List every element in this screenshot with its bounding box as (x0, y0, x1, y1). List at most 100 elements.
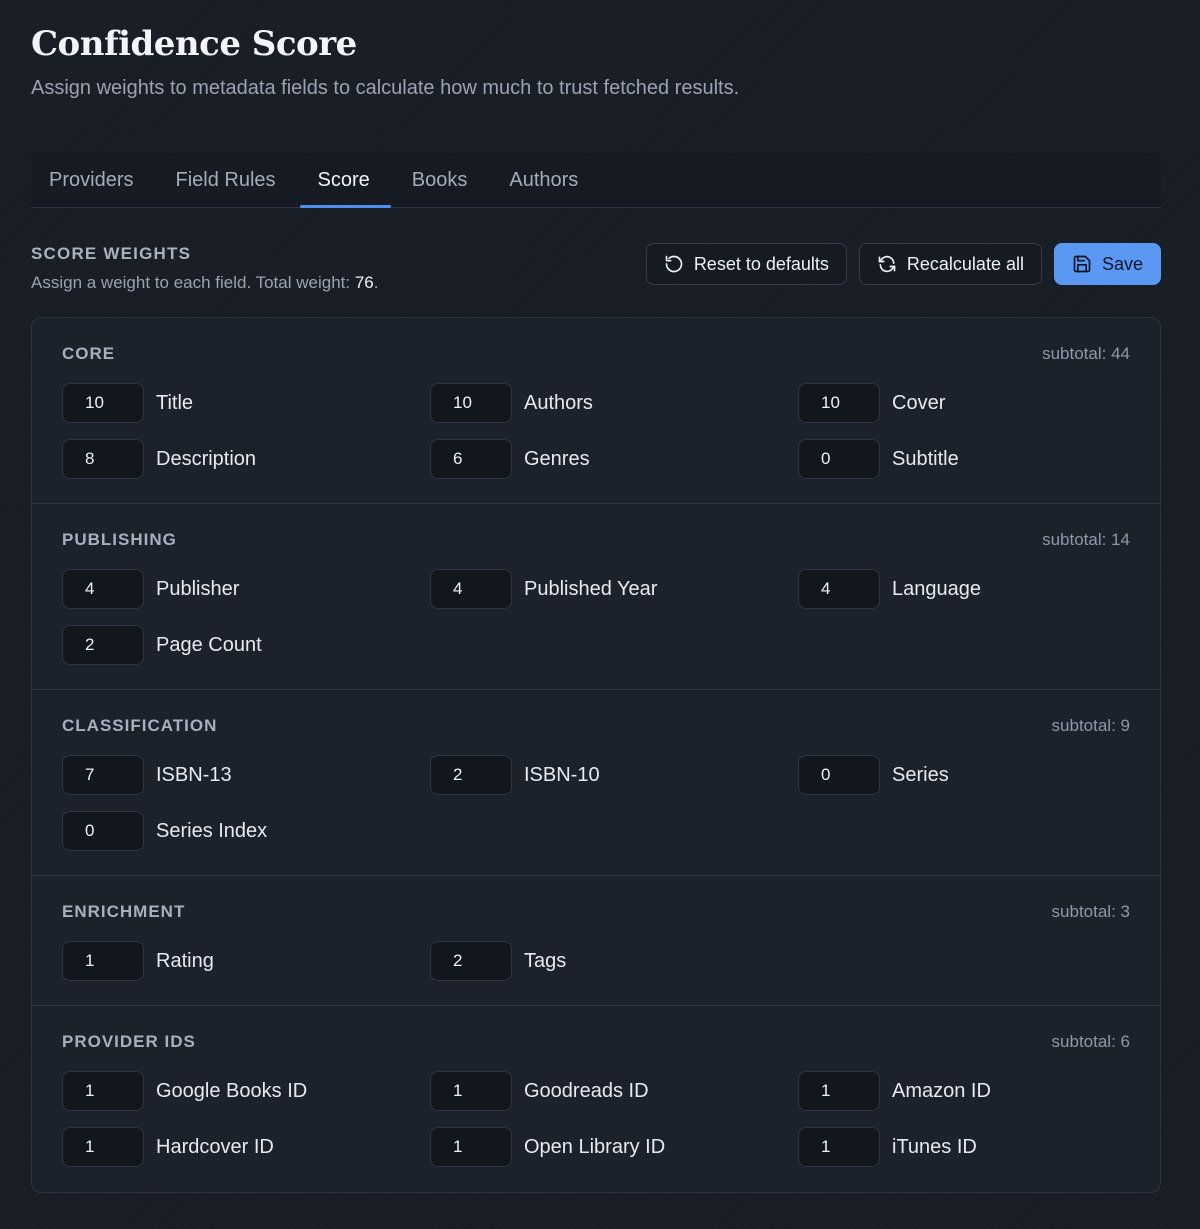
weight-input[interactable] (430, 1127, 512, 1167)
weight-input[interactable] (798, 1071, 880, 1111)
field-label: Tags (524, 949, 567, 972)
field-description: Description (62, 439, 256, 479)
field-label: Goodreads ID (524, 1079, 649, 1102)
weight-input[interactable] (62, 811, 144, 851)
weight-input[interactable] (62, 383, 144, 423)
field-series: Series (798, 755, 949, 795)
group-publishing: PUBLISHING subtotal: 14 Publisher Publis… (32, 504, 1160, 690)
field-label: Language (892, 577, 981, 600)
field-page-count: Page Count (62, 625, 262, 665)
field-label: ISBN-13 (156, 763, 232, 786)
field-label: Open Library ID (524, 1135, 666, 1158)
weight-input[interactable] (62, 1127, 144, 1167)
weights-card: CORE subtotal: 44 Title Authors Cover De… (31, 317, 1161, 1193)
field-amazon-id: Amazon ID (798, 1071, 991, 1111)
field-label: Publisher (156, 577, 240, 600)
recalculate-all-label: Recalculate all (906, 253, 1024, 274)
weight-input[interactable] (430, 941, 512, 981)
section-title: SCORE WEIGHTS (31, 244, 192, 263)
section-description-text: Assign a weight to each field. Total wei… (31, 273, 355, 292)
save-label: Save (1101, 253, 1143, 274)
field-isbn-13: ISBN-13 (62, 755, 232, 795)
field-open-library-id: Open Library ID (430, 1127, 665, 1167)
group-subtotal: subtotal: 3 (1051, 902, 1130, 921)
weight-input[interactable] (430, 569, 512, 609)
tab-books[interactable]: Books (394, 153, 489, 207)
field-label: Genres (524, 447, 590, 470)
tab-providers[interactable]: Providers (31, 153, 154, 207)
weight-input[interactable] (62, 625, 144, 665)
weight-input[interactable] (62, 1071, 144, 1111)
reset-defaults-button[interactable]: Reset to defaults (645, 243, 847, 285)
recalculate-all-button[interactable]: Recalculate all (858, 243, 1042, 285)
field-label: Series (892, 763, 949, 786)
group-title: CLASSIFICATION (62, 716, 218, 735)
field-subtitle: Subtitle (798, 439, 959, 479)
field-label: Hardcover ID (156, 1135, 274, 1158)
weight-input[interactable] (430, 439, 512, 479)
field-label: Subtitle (892, 447, 959, 470)
field-cover: Cover (798, 383, 945, 423)
group-provider-ids: PROVIDER IDS subtotal: 6 Google Books ID… (32, 1006, 1160, 1192)
field-authors: Authors (430, 383, 593, 423)
field-tags: Tags (430, 941, 566, 981)
group-classification: CLASSIFICATION subtotal: 9 ISBN-13 ISBN-… (32, 690, 1160, 876)
weight-input[interactable] (430, 755, 512, 795)
page-subtitle: Assign weights to metadata fields to cal… (31, 77, 740, 99)
weight-input[interactable] (62, 941, 144, 981)
field-label: Description (156, 447, 257, 470)
group-subtotal: subtotal: 14 (1042, 530, 1130, 549)
field-language: Language (798, 569, 981, 609)
weight-input[interactable] (798, 569, 880, 609)
group-subtotal: subtotal: 9 (1051, 716, 1130, 735)
section-description: Assign a weight to each field. Total wei… (31, 273, 378, 293)
field-label: Google Books ID (156, 1079, 308, 1102)
save-icon (1073, 255, 1091, 273)
weight-input[interactable] (430, 1071, 512, 1111)
weight-input[interactable] (62, 755, 144, 795)
tab-authors[interactable]: Authors (491, 153, 599, 207)
field-published-year: Published Year (430, 569, 657, 609)
reset-defaults-label: Reset to defaults (693, 253, 829, 274)
tab-bar: Providers Field Rules Score Books Author… (31, 153, 1161, 208)
group-subtotal: subtotal: 6 (1051, 1032, 1130, 1051)
weight-input[interactable] (62, 569, 144, 609)
field-title: Title (62, 383, 193, 423)
field-label: Rating (156, 949, 214, 972)
tab-field-rules[interactable]: Field Rules (157, 153, 296, 207)
group-title: CORE (62, 344, 116, 363)
weight-input[interactable] (798, 439, 880, 479)
weight-input[interactable] (798, 383, 880, 423)
tab-score[interactable]: Score (299, 153, 392, 208)
field-label: Amazon ID (892, 1079, 991, 1102)
field-hardcover-id: Hardcover ID (62, 1127, 274, 1167)
group-title: PUBLISHING (62, 530, 177, 549)
score-weights-header: SCORE WEIGHTS Assign a weight to each fi… (31, 244, 378, 293)
weight-input[interactable] (430, 383, 512, 423)
refresh-icon (878, 255, 896, 273)
field-label: Cover (892, 391, 946, 414)
field-publisher: Publisher (62, 569, 239, 609)
group-enrichment: ENRICHMENT subtotal: 3 Rating Tags (32, 876, 1160, 1006)
field-label: Series Index (156, 819, 268, 842)
action-buttons: Reset to defaults Recalculate all Save (645, 243, 1161, 285)
field-goodreads-id: Goodreads ID (430, 1071, 649, 1111)
group-title: ENRICHMENT (62, 902, 186, 921)
weight-input[interactable] (798, 755, 880, 795)
field-label: iTunes ID (892, 1135, 977, 1158)
field-label: ISBN-10 (524, 763, 600, 786)
page-title: Confidence Score (31, 24, 357, 64)
section-description-end: . (373, 273, 379, 292)
field-genres: Genres (430, 439, 590, 479)
field-google-books-id: Google Books ID (62, 1071, 307, 1111)
undo-icon (665, 255, 683, 273)
field-label: Authors (524, 391, 593, 414)
weight-input[interactable] (798, 1127, 880, 1167)
save-button[interactable]: Save (1053, 243, 1161, 285)
group-core: CORE subtotal: 44 Title Authors Cover De… (32, 318, 1160, 504)
field-series-index: Series Index (62, 811, 267, 851)
group-title: PROVIDER IDS (62, 1032, 196, 1051)
field-label: Page Count (156, 633, 262, 656)
field-isbn-10: ISBN-10 (430, 755, 600, 795)
weight-input[interactable] (62, 439, 144, 479)
